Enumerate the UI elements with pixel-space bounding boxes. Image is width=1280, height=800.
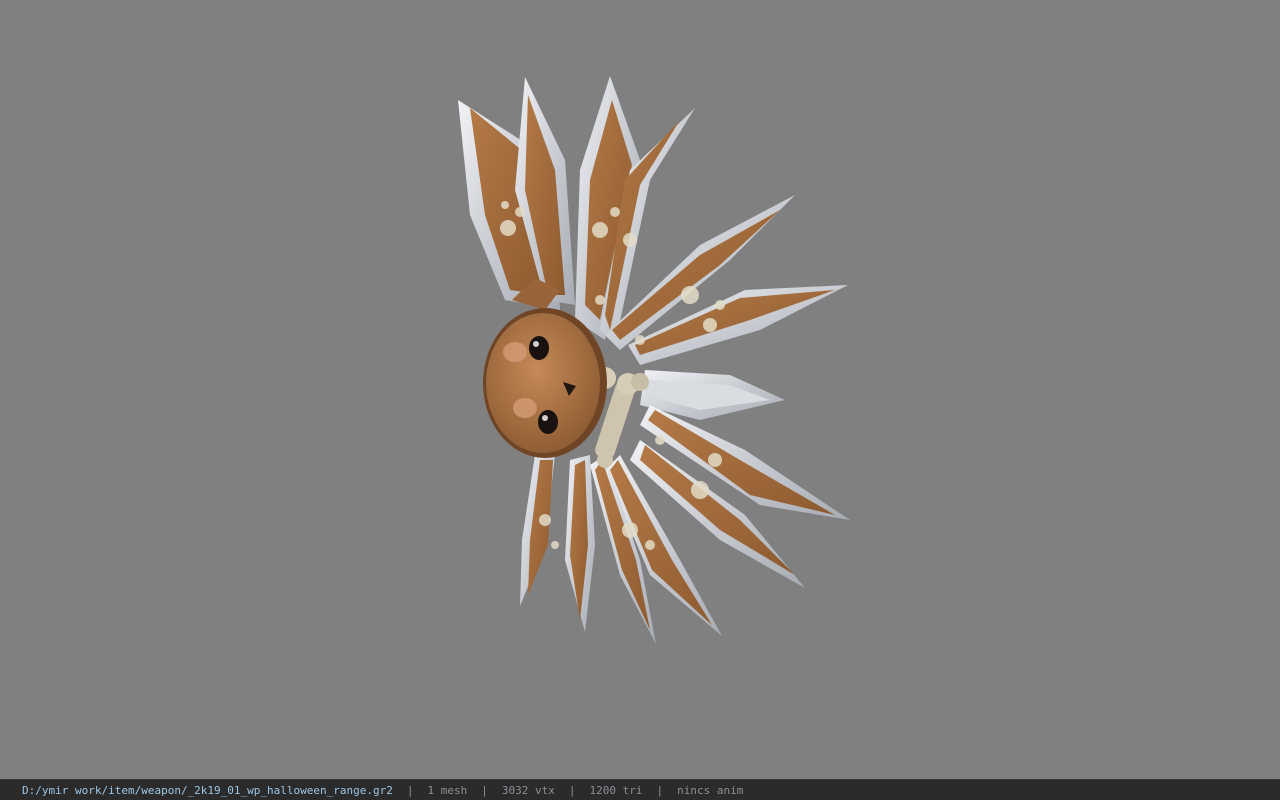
triangle-count: 1200 tri: [589, 783, 643, 797]
3d-viewport[interactable]: [0, 0, 1280, 779]
vertex-count: 3032 vtx: [501, 783, 555, 797]
separator: |: [406, 783, 414, 797]
status-bar: D:/ymir work/item/weapon/_2k19_01_wp_hal…: [0, 779, 1280, 800]
model-render: [458, 76, 850, 644]
separator: |: [481, 783, 488, 797]
file-path: D:/ymir work/item/weapon/_2k19_01_wp_hal…: [22, 783, 393, 797]
mesh-count: 1 mesh: [427, 783, 468, 797]
separator: |: [656, 783, 664, 797]
animation-status: nincs anim: [677, 783, 744, 797]
separator: |: [568, 783, 576, 797]
